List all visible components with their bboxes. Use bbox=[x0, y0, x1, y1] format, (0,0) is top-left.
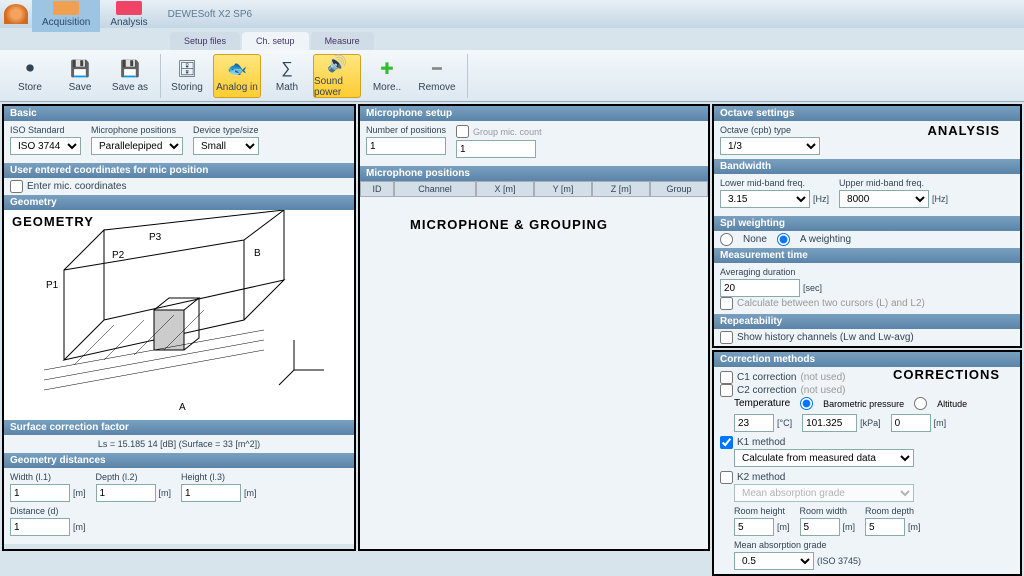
alt-input[interactable] bbox=[891, 414, 931, 432]
width-input[interactable] bbox=[10, 484, 70, 502]
title-bar: Acquisition Analysis DEWESoft X2 SP6 bbox=[0, 0, 1024, 28]
minus-icon: ━ bbox=[425, 58, 449, 80]
analysis-overlay: ANALYSIS bbox=[927, 123, 1000, 138]
geom-dist-header: Geometry distances bbox=[4, 453, 354, 468]
left-panel: Basic ISO StandardISO 3744 Microphone po… bbox=[2, 104, 356, 551]
nav-analysis-label: Analysis bbox=[110, 17, 147, 28]
app-title: DEWESoft X2 SP6 bbox=[168, 9, 252, 20]
lower-freq-select[interactable]: 3.15 bbox=[720, 190, 810, 208]
avg-duration-input[interactable] bbox=[720, 279, 800, 297]
group-mic-checkbox[interactable] bbox=[456, 125, 469, 138]
mean-absorption-select[interactable]: 0.5 bbox=[734, 552, 814, 570]
corrections-overlay: CORRECTIONS bbox=[893, 367, 1000, 382]
room-height-input[interactable] bbox=[734, 518, 774, 536]
iso-standard-select[interactable]: ISO 3744 bbox=[10, 137, 81, 155]
nav-acquisition[interactable]: Acquisition bbox=[32, 0, 100, 32]
room-width-input[interactable] bbox=[800, 518, 840, 536]
right-panel: Octave settings ANALYSIS Octave (cpb) ty… bbox=[712, 104, 1022, 551]
more-button[interactable]: ✚More.. bbox=[363, 54, 411, 98]
group-mic-input[interactable] bbox=[456, 140, 536, 158]
bandwidth-header: Bandwidth bbox=[714, 159, 1020, 174]
upper-freq-select[interactable]: 8000 bbox=[839, 190, 929, 208]
repeat-header: Repeatability bbox=[714, 314, 1020, 329]
k1-method-select[interactable]: Calculate from measured data bbox=[734, 449, 914, 467]
save-button[interactable]: 💾Save bbox=[56, 54, 104, 98]
user-coords-header: User entered coordinates for mic positio… bbox=[4, 163, 354, 178]
middle-panel: Microphone setup Number of positions Gro… bbox=[358, 104, 710, 551]
c2-checkbox[interactable] bbox=[720, 384, 733, 397]
svg-text:P1: P1 bbox=[46, 280, 59, 291]
basic-header: Basic bbox=[4, 106, 354, 121]
mic-positions-select[interactable]: Parallelepiped bbox=[91, 137, 183, 155]
tab-measure[interactable]: Measure bbox=[311, 32, 374, 50]
alt-radio[interactable] bbox=[914, 397, 927, 410]
analogin-button[interactable]: 🐟Analog in bbox=[213, 54, 261, 98]
k2-checkbox[interactable] bbox=[720, 471, 733, 484]
analysis-icon bbox=[116, 1, 142, 15]
k1-checkbox[interactable] bbox=[720, 436, 733, 449]
soundpower-icon: 🔊 bbox=[325, 54, 349, 74]
saveas-icon: 💾 bbox=[118, 58, 142, 80]
toolbar: ⏺Store 💾Save 💾Save as 🗄Storing 🐟Analog i… bbox=[0, 50, 1024, 102]
geometry-overlay: GEOMETRY bbox=[12, 214, 94, 229]
mic-pos-header: Microphone positions bbox=[360, 166, 708, 181]
svg-text:P3: P3 bbox=[149, 232, 162, 243]
c1-checkbox[interactable] bbox=[720, 371, 733, 384]
depth-input[interactable] bbox=[96, 484, 156, 502]
storing-icon: 🗄 bbox=[175, 58, 199, 80]
mic-table-header: ID Channel X [m] Y [m] Z [m] Group bbox=[360, 181, 708, 197]
app-logo-icon bbox=[4, 4, 28, 24]
height-input[interactable] bbox=[181, 484, 241, 502]
octave-header: Octave settings bbox=[714, 106, 1020, 121]
nav-acquisition-label: Acquisition bbox=[42, 17, 90, 28]
spl-a-radio[interactable] bbox=[777, 233, 790, 246]
mic-overlay: MICROPHONE & GROUPING bbox=[410, 217, 608, 232]
mic-setup-header: Microphone setup bbox=[360, 106, 708, 121]
k2-method-select: Mean absorption grade bbox=[734, 484, 914, 502]
surface-text: Ls = 15.185 14 [dB] (Surface = 33 [m^2]) bbox=[4, 435, 354, 453]
geometry-header: Geometry bbox=[4, 195, 354, 210]
math-button[interactable]: ∑Math bbox=[263, 54, 311, 98]
tab-setup-files[interactable]: Setup files bbox=[170, 32, 240, 50]
storing-button[interactable]: 🗄Storing bbox=[163, 54, 211, 98]
soundpower-button[interactable]: 🔊Sound power bbox=[313, 54, 361, 98]
tab-ch-setup[interactable]: Ch. setup bbox=[242, 32, 309, 50]
math-icon: ∑ bbox=[275, 58, 299, 80]
enter-mic-coords-checkbox[interactable] bbox=[10, 180, 23, 193]
distance-input[interactable] bbox=[10, 518, 70, 536]
svg-text:P2: P2 bbox=[112, 250, 125, 261]
geometry-diagram-icon: P3 P2 P1 B A bbox=[4, 210, 354, 420]
baro-input[interactable] bbox=[802, 414, 857, 432]
num-positions-input[interactable] bbox=[366, 137, 446, 155]
store-button[interactable]: ⏺Store bbox=[6, 54, 54, 98]
svg-text:B: B bbox=[254, 248, 261, 259]
acquisition-icon bbox=[53, 1, 79, 15]
plus-icon: ✚ bbox=[375, 58, 399, 80]
svg-text:A: A bbox=[179, 402, 186, 413]
octave-type-select[interactable]: 1/3 bbox=[720, 137, 820, 155]
show-history-checkbox[interactable] bbox=[720, 331, 733, 344]
device-type-select[interactable]: Small bbox=[193, 137, 259, 155]
spl-none-radio[interactable] bbox=[720, 233, 733, 246]
save-icon: 💾 bbox=[68, 58, 92, 80]
temp-input[interactable] bbox=[734, 414, 774, 432]
remove-button[interactable]: ━Remove bbox=[413, 54, 461, 98]
store-icon: ⏺ bbox=[18, 58, 42, 80]
geometry-canvas: GEOMETRY P3 P2 P1 B bbox=[4, 210, 354, 420]
surface-header: Surface correction factor bbox=[4, 420, 354, 435]
baro-radio[interactable] bbox=[800, 397, 813, 410]
saveas-button[interactable]: 💾Save as bbox=[106, 54, 154, 98]
calc-cursors-checkbox[interactable] bbox=[720, 297, 733, 310]
corrections-header: Correction methods bbox=[714, 352, 1020, 367]
nav-analysis[interactable]: Analysis bbox=[100, 0, 157, 32]
spl-header: Spl weighting bbox=[714, 216, 1020, 231]
room-depth-input[interactable] bbox=[865, 518, 905, 536]
analogin-icon: 🐟 bbox=[225, 58, 249, 80]
meas-time-header: Measurement time bbox=[714, 248, 1020, 263]
